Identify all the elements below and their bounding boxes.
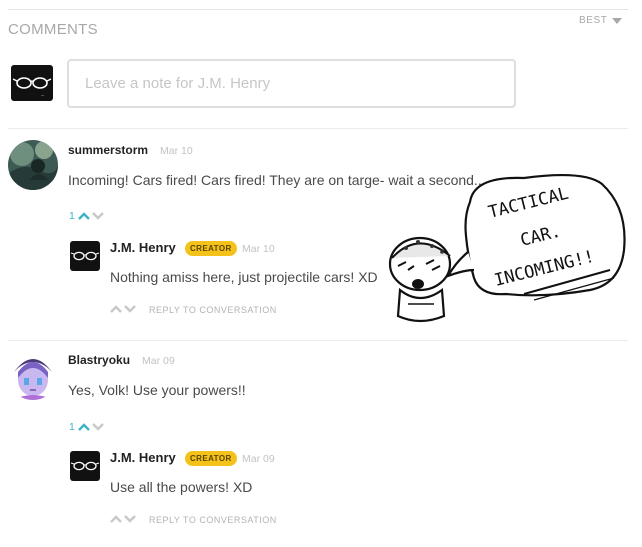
comment-vote-controls: 1 <box>69 421 104 433</box>
current-user-avatar: ~ <box>11 65 53 101</box>
downvote-arrow-icon[interactable] <box>91 212 104 220</box>
vote-count: 1 <box>69 210 75 222</box>
comment-text: Yes, Volk! Use your powers!! <box>68 382 246 398</box>
vote-count: 1 <box>69 421 75 433</box>
downvote-arrow-icon[interactable] <box>124 515 136 523</box>
comment-date: Mar 10 <box>160 145 193 157</box>
reply-author[interactable]: J.M. Henry <box>110 240 176 255</box>
avatar[interactable] <box>8 350 58 400</box>
blastryoku-avatar-image <box>8 350 58 400</box>
reply-avatar[interactable] <box>70 451 100 481</box>
reply-to-conversation-link[interactable]: REPLY TO CONVERSATION <box>149 305 277 315</box>
comment-vote-controls: 1 <box>69 210 104 222</box>
chevron-down-icon <box>611 17 622 24</box>
comment-divider <box>8 340 628 341</box>
comments-heading: COMMENTS <box>8 21 98 38</box>
upvote-arrow-icon[interactable] <box>110 515 122 523</box>
reply-avatar[interactable] <box>70 241 100 271</box>
reply-author[interactable]: J.M. Henry <box>110 450 176 465</box>
reply-to-conversation-link[interactable]: REPLY TO CONVERSATION <box>149 515 277 525</box>
avatar[interactable] <box>8 140 58 190</box>
glasses-avatar-icon <box>70 251 100 261</box>
comment-input[interactable] <box>67 59 516 108</box>
downvote-arrow-icon[interactable] <box>91 423 104 431</box>
comments-divider <box>8 128 628 129</box>
summerstorm-avatar-image <box>8 140 58 190</box>
svg-text:~: ~ <box>41 93 44 98</box>
comment-date: Mar 09 <box>142 355 175 367</box>
sort-dropdown[interactable]: BEST <box>579 15 622 26</box>
upvote-arrow-icon[interactable] <box>77 212 90 220</box>
reply-text: Nothing amiss here, just projectile cars… <box>110 269 378 285</box>
creator-badge: CREATOR <box>185 241 237 256</box>
top-divider <box>8 9 628 10</box>
glasses-avatar-icon: ~ <box>12 77 52 98</box>
comment-author[interactable]: Blastryoku <box>68 353 130 367</box>
upvote-arrow-icon[interactable] <box>110 305 122 313</box>
reply-text: Use all the powers! XD <box>110 479 253 495</box>
reply-vote-controls <box>110 515 136 523</box>
downvote-arrow-icon[interactable] <box>124 305 136 313</box>
creator-badge: CREATOR <box>185 451 237 466</box>
comment-author[interactable]: summerstorm <box>68 143 148 157</box>
glasses-avatar-icon <box>70 461 100 471</box>
upvote-arrow-icon[interactable] <box>77 423 90 431</box>
tactical-car-doodle: TACTICAL CAR. INCOMING!! <box>388 174 626 323</box>
reply-vote-controls <box>110 305 136 313</box>
sort-label: BEST <box>579 15 608 26</box>
reply-date: Mar 09 <box>242 453 275 465</box>
reply-date: Mar 10 <box>242 243 275 255</box>
